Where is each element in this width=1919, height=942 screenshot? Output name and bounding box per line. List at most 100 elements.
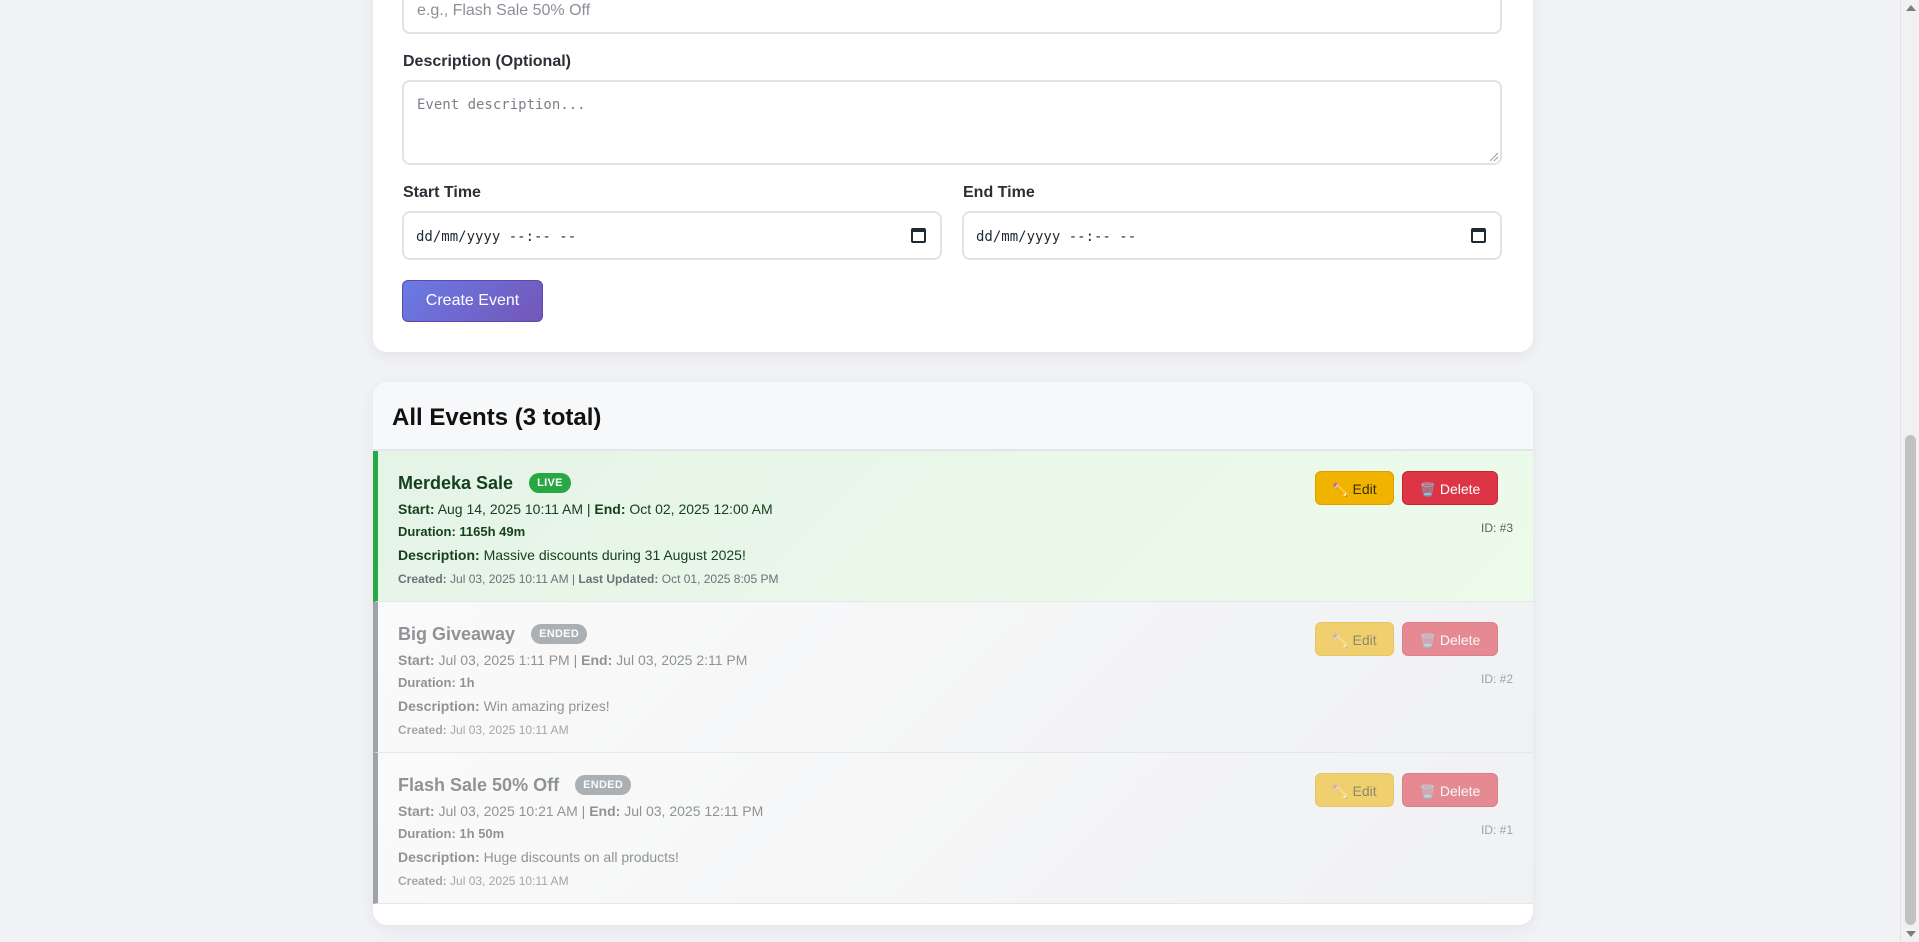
separator: |: [586, 501, 591, 517]
event-content: Flash Sale 50% Off ENDED Start: Jul 03, …: [398, 773, 764, 889]
start-time-label: Start Time: [403, 184, 481, 201]
page: e.g., Flash Sale 50% Off Description (Op…: [0, 0, 1900, 942]
pencil-icon: ✏️: [1332, 633, 1349, 648]
created-value: Jul 03, 2025 10:11 AM: [450, 723, 569, 737]
edit-button[interactable]: ✏️ Edit: [1315, 773, 1394, 807]
event-title: Big Giveaway: [398, 623, 516, 644]
duration-label: Duration:: [398, 675, 456, 690]
event-description: Description: Huge discounts on all produ…: [398, 849, 763, 865]
duration-label: Duration:: [398, 826, 456, 841]
description-placeholder: Event description...: [417, 97, 586, 113]
event-name-input[interactable]: e.g., Flash Sale 50% Off: [402, 0, 1502, 34]
event-id: ID: #3: [1480, 521, 1513, 535]
event-actions: ✏️ Edit 🗑️ Delete ID: #1: [1313, 773, 1513, 853]
end-time-value: dd/mm/yyyy --:-- --: [976, 229, 1137, 245]
description-value: Massive discounts during 31 August 2025!: [483, 547, 746, 563]
events-header: All Events (3 total): [373, 382, 1533, 451]
delete-button[interactable]: 🗑️ Delete: [1402, 471, 1498, 505]
event-times: Start: Jul 03, 2025 1:11 PM | End: Jul 0…: [398, 652, 747, 668]
description-label: Description:: [398, 849, 480, 865]
end-label: End:: [589, 803, 621, 819]
created-value: Jul 03, 2025 10:11 AM: [450, 874, 569, 888]
edit-button[interactable]: ✏️ Edit: [1315, 471, 1394, 505]
pencil-icon: ✏️: [1332, 784, 1349, 799]
delete-label: Delete: [1439, 783, 1481, 799]
description-value: Huge discounts on all products!: [483, 849, 679, 865]
description-label: Description:: [398, 698, 480, 714]
separator: |: [573, 652, 578, 668]
separator: |: [581, 803, 586, 819]
trash-icon: 🗑️: [1419, 633, 1436, 648]
created-value: Jul 03, 2025 10:11 AM: [450, 572, 569, 586]
event-duration: Duration: 1h 50m: [398, 826, 763, 841]
end-time-input[interactable]: dd/mm/yyyy --:-- --: [962, 211, 1502, 260]
status-badge: ENDED: [531, 624, 588, 644]
delete-label: Delete: [1439, 632, 1481, 648]
event-duration: Duration: 1165h 49m: [398, 524, 778, 539]
event-description: Description: Massive discounts during 31…: [398, 547, 778, 563]
pencil-icon: ✏️: [1332, 482, 1349, 497]
separator: |: [571, 572, 576, 586]
delete-button[interactable]: 🗑️ Delete: [1402, 622, 1498, 656]
event-start: Aug 14, 2025 10:11 AM: [437, 501, 583, 517]
start-label: Start:: [398, 803, 435, 819]
event-item: Big Giveaway ENDED Start: Jul 03, 2025 1…: [373, 602, 1533, 753]
delete-button[interactable]: 🗑️ Delete: [1402, 773, 1498, 807]
description-textarea[interactable]: Event description...: [402, 80, 1502, 165]
page-scrollbar[interactable]: [1900, 0, 1919, 942]
start-time-value: dd/mm/yyyy --:-- --: [416, 229, 577, 245]
event-content: Big Giveaway ENDED Start: Jul 03, 2025 1…: [398, 622, 747, 738]
created-label: Created:: [398, 874, 447, 888]
duration-value: 1h 50m: [459, 826, 505, 841]
event-actions: ✏️ Edit 🗑️ Delete ID: #3: [1313, 471, 1513, 551]
event-meta: Created: Jul 03, 2025 10:11 AM: [398, 723, 747, 737]
edit-label: Edit: [1352, 783, 1377, 799]
event-end: Oct 02, 2025 12:00 AM: [629, 501, 773, 517]
duration-value: 1165h 49m: [459, 524, 526, 539]
event-times: Start: Aug 14, 2025 10:11 AM | End: Oct …: [398, 501, 778, 517]
event-name-placeholder: e.g., Flash Sale 50% Off: [417, 2, 591, 19]
event-description: Description: Win amazing prizes!: [398, 698, 747, 714]
status-badge: LIVE: [529, 473, 571, 493]
created-label: Created:: [398, 572, 447, 586]
events-title: All Events (3 total): [392, 404, 602, 431]
event-title: Merdeka Sale: [398, 472, 514, 493]
description-label: Description (Optional): [403, 53, 571, 70]
start-label: Start:: [398, 652, 435, 668]
delete-label: Delete: [1439, 481, 1481, 497]
start-time-input[interactable]: dd/mm/yyyy --:-- --: [402, 211, 942, 260]
create-event-button[interactable]: Create Event: [402, 280, 543, 322]
resize-handle[interactable]: [1490, 153, 1498, 161]
start-label: Start:: [398, 501, 435, 517]
event-meta: Created: Jul 03, 2025 10:11 AM | Last Up…: [398, 572, 778, 586]
duration-value: 1h: [459, 675, 475, 690]
event-meta: Created: Jul 03, 2025 10:11 AM: [398, 874, 763, 888]
end-label: End:: [581, 652, 613, 668]
description-value: Win amazing prizes!: [483, 698, 610, 714]
event-item: Flash Sale 50% Off ENDED Start: Jul 03, …: [373, 753, 1533, 904]
scroll-thumb[interactable]: [1905, 435, 1916, 925]
edit-label: Edit: [1352, 632, 1377, 648]
scroll-down-arrow-icon[interactable]: [1906, 931, 1916, 937]
scroll-up-arrow-icon[interactable]: [1906, 5, 1916, 11]
calendar-icon[interactable]: [911, 228, 926, 243]
edit-button[interactable]: ✏️ Edit: [1315, 622, 1394, 656]
event-actions: ✏️ Edit 🗑️ Delete ID: #2: [1313, 622, 1513, 702]
event-end: Jul 03, 2025 2:11 PM: [616, 652, 748, 668]
last-updated-label: Last Updated:: [578, 572, 659, 586]
last-updated-value: Oct 01, 2025 8:05 PM: [661, 572, 779, 586]
event-end: Jul 03, 2025 12:11 PM: [624, 803, 764, 819]
description-label: Description:: [398, 547, 480, 563]
calendar-icon[interactable]: [1471, 228, 1486, 243]
trash-icon: 🗑️: [1419, 482, 1436, 497]
event-content: Merdeka Sale LIVE Start: Aug 14, 2025 10…: [398, 471, 778, 587]
events-list-card: All Events (3 total) Merdeka Sale LIVE S…: [373, 382, 1533, 925]
edit-label: Edit: [1352, 481, 1377, 497]
trash-icon: 🗑️: [1419, 784, 1436, 799]
event-title: Flash Sale 50% Off: [398, 774, 560, 795]
event-id: ID: #1: [1480, 823, 1513, 837]
event-id: ID: #2: [1480, 672, 1513, 686]
end-label: End:: [594, 501, 626, 517]
duration-label: Duration:: [398, 524, 456, 539]
event-item: Merdeka Sale LIVE Start: Aug 14, 2025 10…: [373, 451, 1533, 602]
